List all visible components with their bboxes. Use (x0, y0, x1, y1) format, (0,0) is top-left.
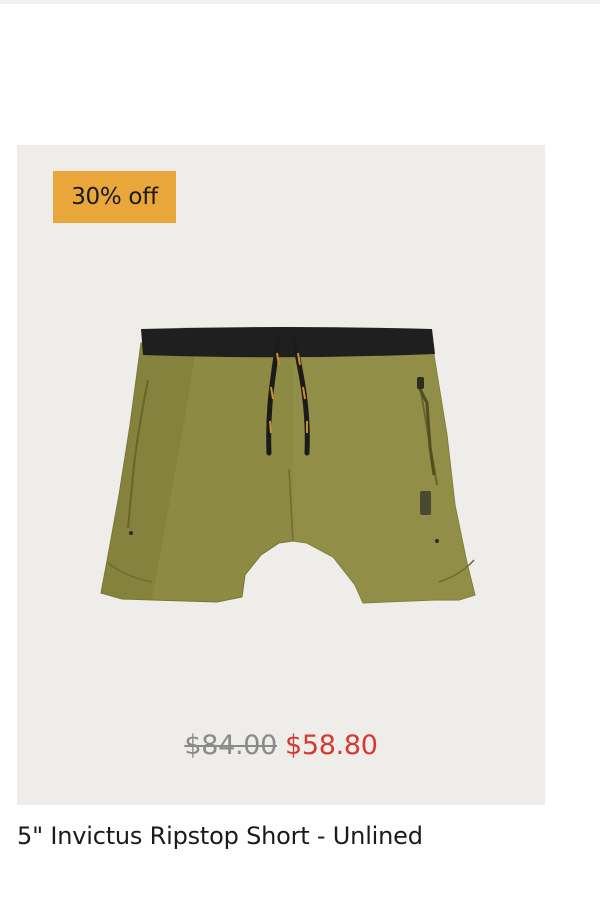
olive-running-shorts-image (100, 327, 476, 604)
product-card[interactable]: 30% off $84.00 $58.80 5" Invictus Ripsto… (0, 0, 600, 917)
product-title[interactable]: 5" Invictus Ripstop Short - Unlined (17, 822, 577, 850)
sale-price: $58.80 (285, 730, 378, 761)
original-price: $84.00 (184, 730, 277, 761)
discount-badge: 30% off (53, 171, 176, 223)
product-image-panel[interactable]: 30% off $84.00 $58.80 (17, 145, 545, 805)
price-row: $84.00 $58.80 (17, 730, 545, 761)
